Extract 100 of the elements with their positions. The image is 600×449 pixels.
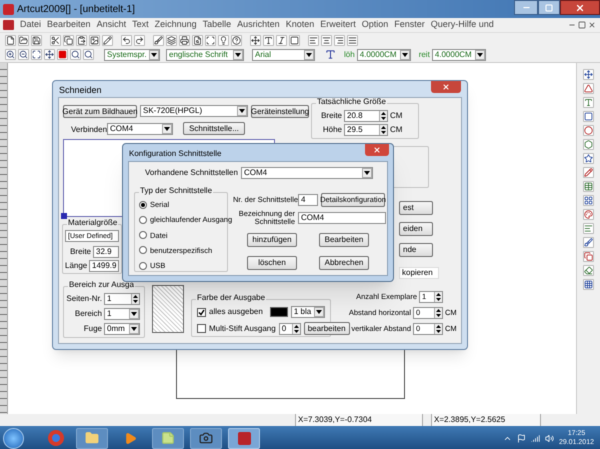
menu-item[interactable]: Zeichnung <box>154 18 197 32</box>
delete-button[interactable]: löschen <box>247 256 297 270</box>
frame-icon[interactable] <box>205 34 216 46</box>
italic-icon[interactable] <box>276 34 287 46</box>
rectangle-icon[interactable] <box>583 111 594 122</box>
redo-icon[interactable] <box>134 34 145 46</box>
radio-button[interactable] <box>139 216 147 224</box>
action-button[interactable]: eiden <box>399 222 433 236</box>
number-field[interactable]: 4 <box>298 194 318 206</box>
align-center-icon[interactable] <box>321 34 332 46</box>
duplicate-icon[interactable] <box>583 251 594 262</box>
picture-icon[interactable] <box>89 34 100 46</box>
device-settings-button[interactable]: Geräteinstellung <box>251 105 309 118</box>
taskbar-button[interactable] <box>190 428 222 448</box>
edit-button[interactable]: Bearbeiten <box>319 233 369 247</box>
checkbox[interactable] <box>197 324 206 333</box>
search-icon[interactable] <box>70 49 81 60</box>
help-icon[interactable] <box>231 34 242 46</box>
interfaces-dropdown[interactable]: COM4 <box>240 167 373 179</box>
cancel-button[interactable]: Abbrechen <box>319 256 369 270</box>
zoom-area-icon[interactable] <box>83 49 94 60</box>
menu-item[interactable]: Ansicht <box>96 18 126 32</box>
eraser-icon[interactable] <box>583 265 594 276</box>
lightbulb-icon[interactable] <box>218 34 229 46</box>
font-set-dropdown[interactable]: englische Schrift <box>166 48 244 60</box>
close-icon[interactable] <box>560 0 600 15</box>
height-field[interactable]: 4.0000CM <box>356 48 411 60</box>
ellipse-icon[interactable] <box>583 125 594 136</box>
start-button[interactable] <box>3 428 24 448</box>
taskbar-button[interactable] <box>76 428 108 448</box>
device-button[interactable]: Gerät zum Bildhauen <box>63 105 137 118</box>
open-folder-icon[interactable] <box>18 34 29 46</box>
interface-button[interactable]: Schnittstelle... <box>183 122 245 135</box>
pen-count-spin-field[interactable]: 0 <box>278 322 301 334</box>
tiles-icon[interactable] <box>583 279 594 290</box>
flag-icon[interactable] <box>516 434 526 442</box>
menu-item[interactable]: Ausrichten <box>237 18 280 32</box>
minimize-icon[interactable] <box>514 0 538 15</box>
paste-icon[interactable] <box>76 34 87 46</box>
star-icon[interactable] <box>583 153 594 164</box>
copy-icon[interactable] <box>63 34 74 46</box>
brush-tool-icon[interactable] <box>583 237 594 248</box>
printer-icon[interactable] <box>179 34 190 46</box>
gap-dropdown[interactable]: 0mm <box>104 323 140 335</box>
scissors-icon[interactable] <box>50 34 61 46</box>
menu-item[interactable]: Tabelle <box>202 18 232 32</box>
radio-button[interactable] <box>139 246 147 254</box>
copy-field[interactable]: kopieren <box>399 267 439 279</box>
new-file-icon[interactable] <box>5 34 16 46</box>
brush-icon[interactable] <box>153 34 164 46</box>
material-width-field[interactable]: 32.9 <box>93 246 119 258</box>
language-dropdown[interactable]: Systemspr. <box>104 48 160 60</box>
menu-item[interactable]: Query-Hilfe und <box>430 18 494 32</box>
name-field[interactable]: COM4 <box>298 212 386 224</box>
palette-icon[interactable] <box>583 209 594 220</box>
width-spin-field[interactable]: 20.8 <box>344 110 388 122</box>
checkbox[interactable] <box>197 308 206 316</box>
action-button[interactable]: est <box>399 201 433 215</box>
taskbar-button[interactable] <box>152 428 184 448</box>
action-button[interactable]: nde <box>399 243 433 257</box>
arrows-icon[interactable] <box>250 34 261 46</box>
grid-icon[interactable] <box>583 195 594 206</box>
square-icon[interactable] <box>289 34 300 46</box>
layers-icon[interactable] <box>166 34 177 46</box>
restore-icon[interactable] <box>578 21 586 29</box>
add-button[interactable]: hinzufügen <box>247 233 297 247</box>
lines-icon[interactable] <box>583 223 594 234</box>
zoom-out-icon[interactable] <box>18 49 29 60</box>
page-spin-field[interactable]: 1 <box>104 293 140 305</box>
menu-item[interactable]: Erweitert <box>320 18 356 32</box>
close-icon[interactable] <box>588 21 596 29</box>
distribute-icon[interactable] <box>347 34 358 46</box>
pencil-icon[interactable] <box>102 34 113 46</box>
align-right-icon[interactable] <box>334 34 345 46</box>
port-dropdown[interactable]: COM4 <box>107 123 173 135</box>
menu-item[interactable]: Knoten <box>286 18 314 32</box>
fit-page-icon[interactable] <box>31 49 42 60</box>
font-dropdown[interactable]: Arial <box>252 48 315 60</box>
menu-item[interactable]: Option <box>362 18 388 32</box>
maximize-icon[interactable] <box>538 0 560 15</box>
menu-item[interactable]: Bearbeiten <box>47 18 91 32</box>
table-icon[interactable] <box>583 181 594 192</box>
pan-icon[interactable] <box>44 49 55 60</box>
fill-square-icon[interactable] <box>57 49 68 60</box>
text-icon[interactable] <box>263 34 274 46</box>
print-preview-icon[interactable] <box>192 34 203 46</box>
close-button[interactable] <box>431 81 461 93</box>
device-dropdown[interactable]: SK-720E(HPGL) <box>140 105 248 117</box>
save-icon[interactable] <box>31 34 42 46</box>
pencil-tool-icon[interactable] <box>583 167 594 178</box>
font-style-icon[interactable] <box>325 49 336 60</box>
undo-icon[interactable] <box>121 34 132 46</box>
close-button[interactable] <box>365 144 389 156</box>
radio-button[interactable] <box>139 200 147 209</box>
speaker-icon[interactable] <box>544 434 554 442</box>
menu-item[interactable]: Fenster <box>394 18 425 32</box>
align-left-icon[interactable] <box>308 34 319 46</box>
menu-item[interactable]: Datei <box>20 18 42 32</box>
edit-button[interactable]: bearbeiten <box>304 322 350 335</box>
polygon-icon[interactable] <box>583 139 594 150</box>
